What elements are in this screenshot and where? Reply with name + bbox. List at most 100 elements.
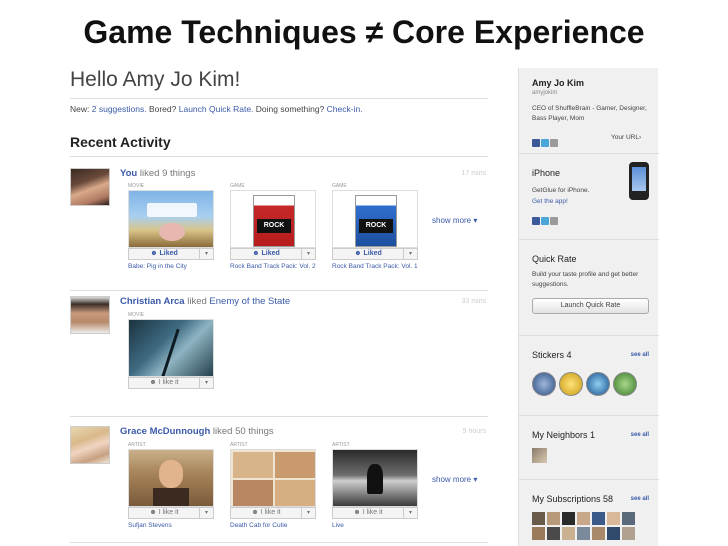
subscription-avatar[interactable] (547, 527, 560, 540)
liked-item-link[interactable]: Enemy of the State (209, 296, 290, 307)
like-control[interactable]: ☻ Liked ▾ (230, 248, 316, 260)
slide-title: Game Techniques ≠ Core Experience (83, 14, 645, 50)
email-icon[interactable] (550, 217, 558, 225)
checkin-link[interactable]: Check-in. (327, 104, 363, 114)
profile-name[interactable]: Amy Jo Kim (532, 78, 584, 88)
item-type-tag: GAME (332, 183, 347, 189)
liked-button[interactable]: ☻ Liked (129, 250, 199, 257)
dropdown-arrow-icon[interactable]: ▾ (403, 508, 417, 518)
like-control[interactable]: ☻ I like it ▾ (128, 507, 214, 519)
social-icons (532, 134, 559, 147)
user-link[interactable]: Christian Arca (120, 296, 185, 307)
subscription-avatar[interactable] (592, 512, 605, 525)
subscription-avatar[interactable] (622, 512, 635, 525)
like-label: I like it (260, 509, 281, 516)
subscription-avatar[interactable] (592, 527, 605, 540)
show-more-link[interactable]: show more ▾ (432, 216, 477, 225)
dropdown-arrow-icon[interactable]: ▾ (199, 249, 213, 259)
subscription-avatar[interactable] (577, 512, 590, 525)
timestamp: 9 hours (462, 428, 486, 435)
item-caption[interactable]: Rock Band Track Pack: Vol. 2 (230, 263, 326, 271)
doing-text: Doing something? (255, 104, 325, 114)
launch-quick-rate-link[interactable]: Launch Quick Rate. (179, 104, 254, 114)
enemy-of-the-state-poster[interactable] (128, 319, 214, 377)
email-icon[interactable] (550, 139, 558, 147)
i-like-it-button[interactable]: ☻ I like it (333, 509, 403, 516)
activity-action: liked (187, 296, 207, 307)
liked-thumb-icon: ☻ (149, 509, 157, 516)
item-caption[interactable]: Sufjan Stevens (128, 522, 224, 530)
subscription-avatar[interactable] (562, 527, 575, 540)
facebook-icon[interactable] (532, 217, 540, 225)
neighbor-avatar[interactable] (532, 448, 547, 463)
twitter-icon[interactable] (541, 217, 549, 225)
item-caption[interactable]: Live (332, 522, 428, 530)
subscription-avatar[interactable] (622, 527, 635, 540)
stickers-heading: Stickers 4 (532, 350, 572, 360)
like-label: I like it (362, 509, 383, 516)
activity-header: Grace McDunnough liked 50 things (120, 426, 274, 437)
i-like-it-button[interactable]: ☻ I like it (231, 509, 301, 516)
sticker-badge[interactable] (613, 372, 637, 396)
rock-band-vol2-cover[interactable]: ROCK (230, 190, 316, 248)
user-link[interactable]: You (120, 168, 137, 179)
main-column: Hello Amy Jo Kim! New: 2 suggestions. Bo… (62, 62, 494, 546)
like-label: I like it (158, 379, 179, 386)
sticker-badge[interactable] (586, 372, 610, 396)
babe-movie-poster[interactable] (128, 190, 214, 248)
i-like-it-button[interactable]: ☻ I like it (129, 509, 199, 516)
live-band-photo[interactable] (332, 449, 418, 507)
bored-text: Bored? (148, 104, 177, 114)
suggestions-link[interactable]: 2 suggestions. (92, 104, 147, 114)
like-control[interactable]: ☻ I like it ▾ (230, 507, 316, 519)
rock-band-vol1-cover[interactable]: ROCK (332, 190, 418, 248)
launch-quick-rate-button[interactable]: Launch Quick Rate (532, 298, 649, 314)
subscriptions-see-all-link[interactable]: see all (631, 496, 649, 502)
avatar[interactable] (70, 426, 110, 464)
like-control[interactable]: ☻ I like it ▾ (128, 377, 214, 389)
get-the-app-link[interactable]: Get the app! (532, 198, 568, 205)
liked-thumb-icon: ☻ (353, 509, 361, 516)
i-like-it-button[interactable]: ☻ I like it (129, 379, 199, 386)
like-label: Liked (363, 250, 382, 257)
avatar[interactable] (70, 296, 110, 334)
item-caption[interactable]: Babe: Pig in the City (128, 263, 224, 271)
death-cab-for-cutie-photo[interactable] (230, 449, 316, 507)
like-control[interactable]: ☻ Liked ▾ (332, 248, 418, 260)
facebook-icon[interactable] (532, 139, 540, 147)
quick-rate-heading: Quick Rate (532, 254, 577, 264)
subscription-avatar[interactable] (547, 512, 560, 525)
subscription-avatar[interactable] (562, 512, 575, 525)
item-caption[interactable]: Rock Band Track Pack: Vol. 1 (332, 263, 428, 271)
show-more-link[interactable]: show more ▾ (432, 475, 477, 484)
dropdown-arrow-icon[interactable]: ▾ (403, 249, 417, 259)
neighbors-see-all-link[interactable]: see all (631, 432, 649, 438)
sufjan-stevens-photo[interactable] (128, 449, 214, 507)
subscription-avatar[interactable] (532, 527, 545, 540)
item-caption[interactable]: Death Cab for Cutie (230, 522, 326, 530)
your-url-link[interactable]: Your URL› (611, 134, 641, 141)
sticker-badge[interactable] (559, 372, 583, 396)
like-control[interactable]: ☻ I like it ▾ (332, 507, 418, 519)
liked-button[interactable]: ☻ Liked (333, 250, 403, 257)
dropdown-arrow-icon[interactable]: ▾ (301, 508, 315, 518)
dropdown-arrow-icon[interactable]: ▾ (199, 508, 213, 518)
avatar[interactable] (70, 168, 110, 206)
sticker-badge[interactable] (532, 372, 556, 396)
twitter-icon[interactable] (541, 139, 549, 147)
stickers-see-all-link[interactable]: see all (631, 352, 649, 358)
liked-thumb-icon: ☻ (150, 250, 158, 257)
liked-button[interactable]: ☻ Liked (231, 250, 301, 257)
subscriptions-block: My Subscriptions 58 see all (519, 480, 659, 546)
user-link[interactable]: Grace McDunnough (120, 426, 210, 437)
timestamp: 33 mins (461, 298, 486, 305)
item-type-tag: ARTIST (230, 442, 248, 448)
subscription-avatar[interactable] (532, 512, 545, 525)
subscription-avatar[interactable] (607, 527, 620, 540)
dropdown-arrow-icon[interactable]: ▾ (199, 378, 213, 388)
subscription-avatar[interactable] (577, 527, 590, 540)
like-control[interactable]: ☻ Liked ▾ (128, 248, 214, 260)
subscription-avatar[interactable] (607, 512, 620, 525)
screenshot-panel: Hello Amy Jo Kim! New: 2 suggestions. Bo… (62, 62, 660, 546)
dropdown-arrow-icon[interactable]: ▾ (301, 249, 315, 259)
